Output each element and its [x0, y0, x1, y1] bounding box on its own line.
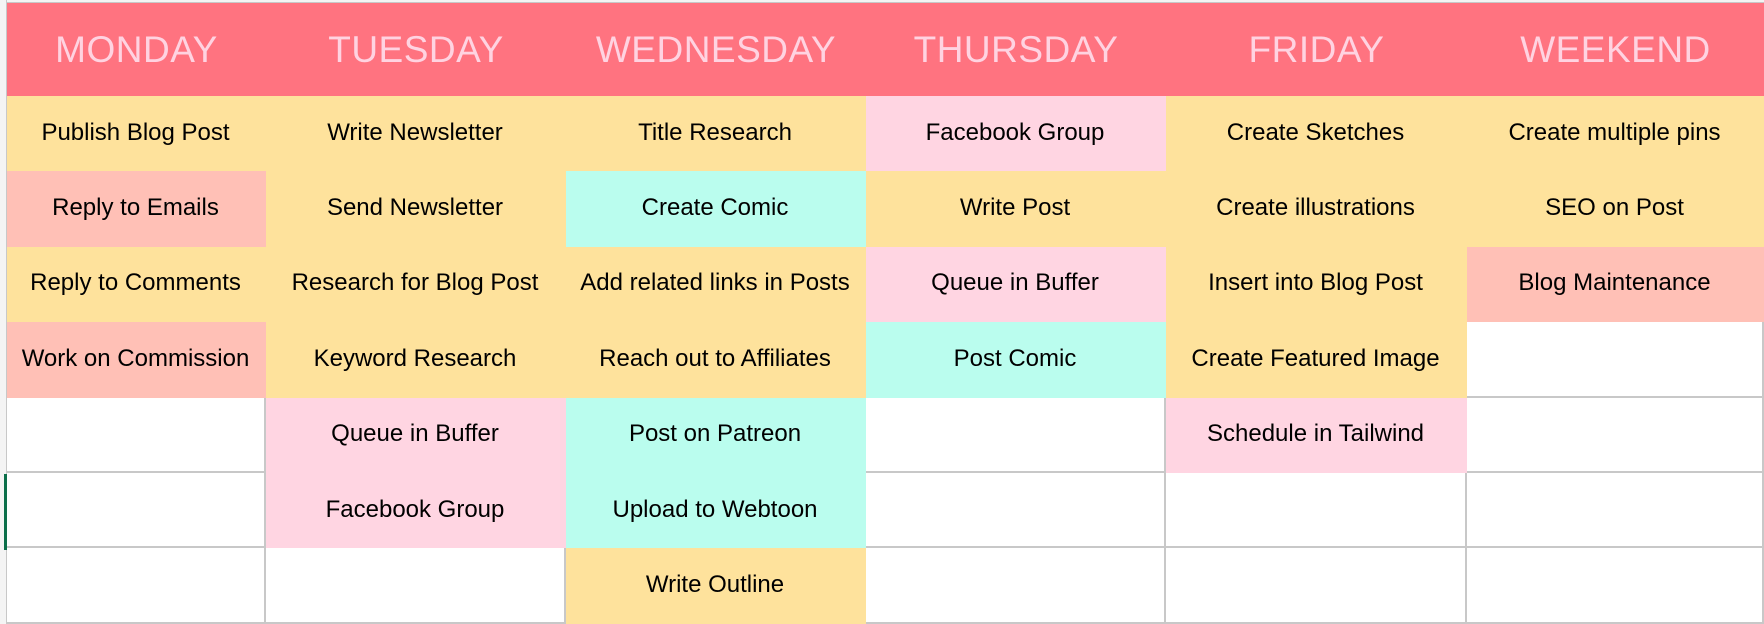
task-cell-wednesday-2[interactable]: Create Comic [566, 171, 866, 247]
task-cell-tuesday-5[interactable]: Queue in Buffer [266, 397, 566, 473]
task-cell-weekend-5[interactable] [1467, 397, 1764, 473]
task-cell-thursday-7[interactable] [866, 548, 1166, 624]
task-cell-tuesday-6[interactable]: Facebook Group [266, 472, 566, 549]
task-cell-weekend-2[interactable]: SEO on Post [1467, 171, 1764, 247]
weekly-schedule-sheet: MONDAY TUESDAY WEDNESDAY THURSDAY FRIDAY… [7, 3, 1764, 624]
task-cell-monday-1[interactable]: Publish Blog Post [7, 96, 266, 172]
task-cell-tuesday-4[interactable]: Keyword Research [266, 322, 566, 398]
task-cell-weekend-6[interactable] [1467, 472, 1764, 549]
task-cell-tuesday-2[interactable]: Send Newsletter [266, 171, 566, 247]
task-cell-wednesday-5[interactable]: Post on Patreon [566, 397, 866, 473]
task-cell-wednesday-1[interactable]: Title Research [566, 96, 866, 172]
task-cell-weekend-3[interactable]: Blog Maintenance [1467, 246, 1764, 323]
task-cell-monday-2[interactable]: Reply to Emails [7, 171, 266, 247]
task-cell-friday-4[interactable]: Create Featured Image [1166, 322, 1467, 398]
task-cell-thursday-2[interactable]: Write Post [866, 171, 1166, 247]
task-cell-tuesday-1[interactable]: Write Newsletter [266, 96, 566, 172]
task-cell-friday-1[interactable]: Create Sketches [1166, 96, 1467, 172]
task-cell-wednesday-7[interactable]: Write Outline [566, 548, 866, 624]
header-tuesday[interactable]: TUESDAY [266, 3, 566, 96]
task-cell-thursday-4[interactable]: Post Comic [866, 322, 1166, 398]
task-cell-wednesday-6[interactable]: Upload to Webtoon [566, 472, 866, 549]
header-wednesday[interactable]: WEDNESDAY [566, 3, 866, 96]
task-cell-weekend-4[interactable] [1467, 322, 1764, 398]
task-cell-friday-2[interactable]: Create illustrations [1166, 171, 1467, 247]
task-cell-weekend-1[interactable]: Create multiple pins [1467, 96, 1764, 172]
header-thursday[interactable]: THURSDAY [866, 3, 1166, 96]
task-cell-thursday-3[interactable]: Queue in Buffer [866, 246, 1166, 323]
task-cell-thursday-1[interactable]: Facebook Group [866, 96, 1166, 172]
task-cell-friday-7[interactable] [1166, 548, 1467, 624]
task-cell-monday-5[interactable] [7, 397, 266, 473]
task-cell-monday-7[interactable] [7, 548, 266, 624]
task-cell-weekend-7[interactable] [1467, 548, 1764, 624]
task-cell-wednesday-4[interactable]: Reach out to Affiliates [566, 322, 866, 398]
task-cell-monday-3[interactable]: Reply to Comments [7, 246, 266, 323]
header-friday[interactable]: FRIDAY [1166, 3, 1467, 96]
task-cell-monday-4[interactable]: Work on Commission [7, 322, 266, 398]
task-cell-tuesday-3[interactable]: Research for Blog Post [266, 246, 566, 323]
task-cell-thursday-5[interactable] [866, 397, 1166, 473]
task-cell-thursday-6[interactable] [866, 472, 1166, 549]
task-cell-tuesday-7[interactable] [266, 548, 566, 624]
task-cell-monday-6[interactable] [7, 472, 266, 549]
task-cell-friday-5[interactable]: Schedule in Tailwind [1166, 397, 1467, 473]
task-cell-wednesday-3[interactable]: Add related links in Posts [566, 246, 866, 323]
task-cell-friday-6[interactable] [1166, 472, 1467, 549]
task-cell-friday-3[interactable]: Insert into Blog Post [1166, 246, 1467, 323]
header-weekend[interactable]: WEEKEND [1467, 3, 1764, 96]
header-monday[interactable]: MONDAY [7, 3, 266, 96]
